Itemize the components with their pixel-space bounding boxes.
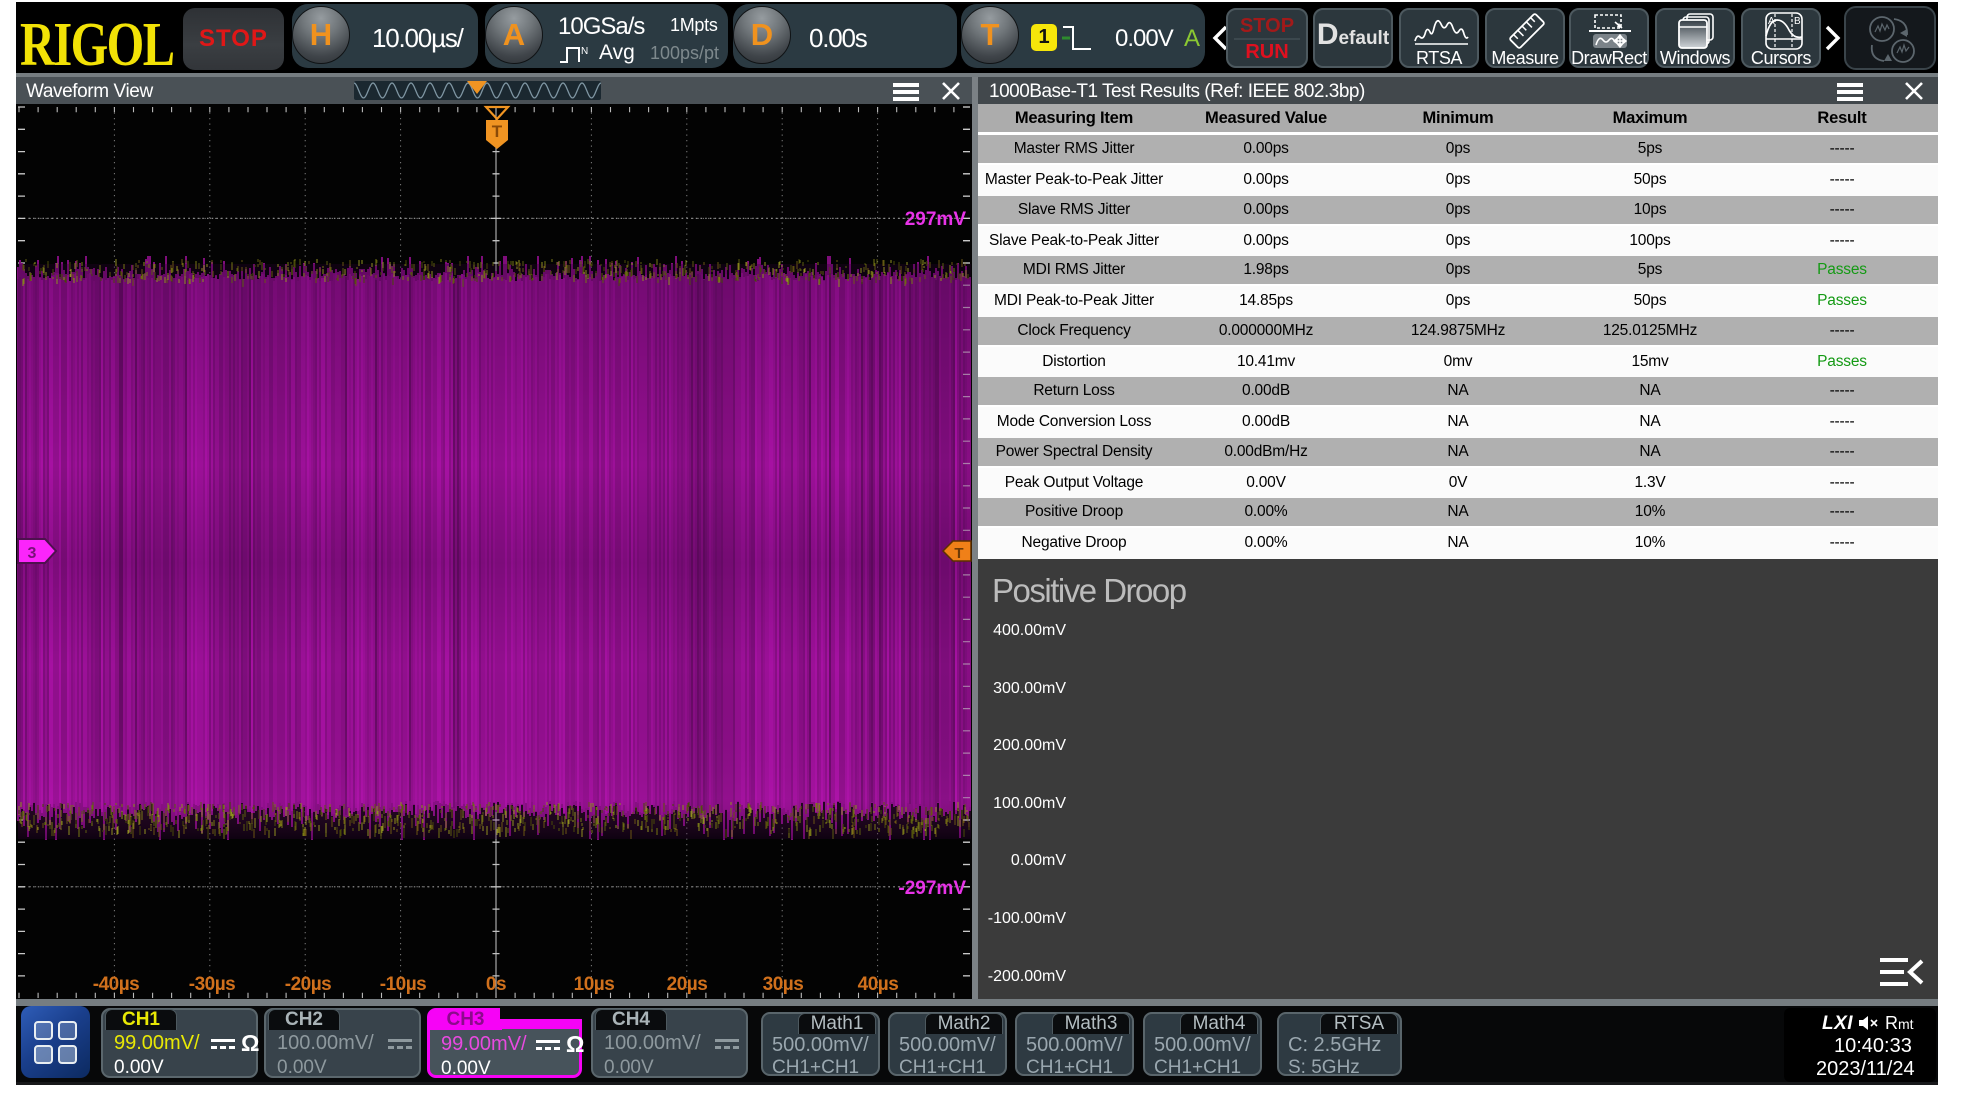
svg-text:T: T	[954, 545, 963, 562]
svg-text:-30µs: -30µs	[189, 974, 235, 995]
svg-text:10µs: 10µs	[574, 974, 615, 995]
svg-text:40µs: 40µs	[858, 974, 899, 995]
svg-text:-40µs: -40µs	[93, 974, 139, 995]
svg-text:20µs: 20µs	[667, 974, 708, 995]
svg-text:B: B	[1794, 16, 1801, 27]
svg-text:3: 3	[28, 545, 37, 562]
svg-text:0s: 0s	[486, 974, 506, 995]
svg-text:297mV: 297mV	[905, 209, 967, 230]
svg-text:N: N	[581, 46, 588, 57]
svg-text:-20µs: -20µs	[285, 974, 331, 995]
svg-text:T: T	[492, 122, 503, 141]
svg-text:-297mV: -297mV	[898, 878, 966, 899]
svg-text:30µs: 30µs	[763, 974, 804, 995]
svg-text:A: A	[1768, 16, 1775, 27]
svg-text:-10µs: -10µs	[380, 974, 426, 995]
